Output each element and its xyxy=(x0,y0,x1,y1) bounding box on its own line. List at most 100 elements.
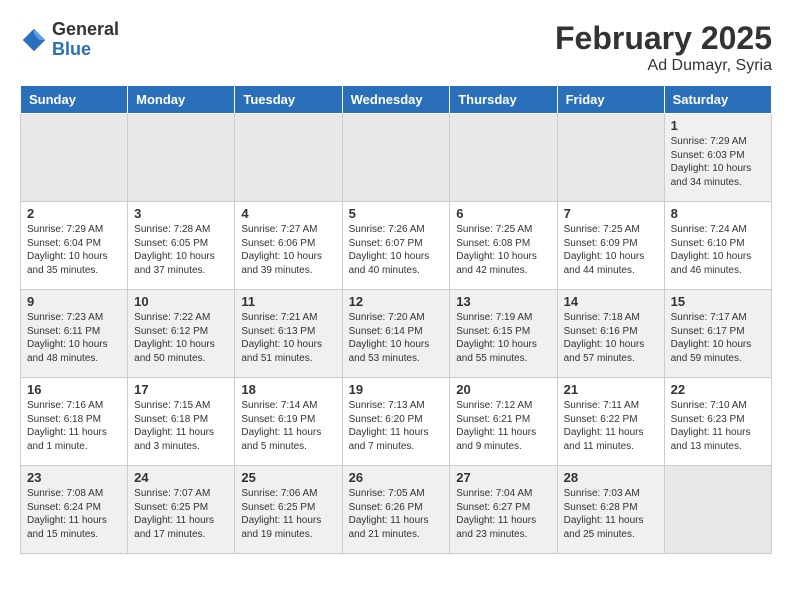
calendar-title: February 2025 xyxy=(555,20,772,57)
calendar-cell: 11 Sunrise: 7:21 AM Sunset: 6:13 PM Dayli… xyxy=(235,290,342,378)
day-number: 13 xyxy=(456,294,550,309)
day-number: 2 xyxy=(27,206,121,221)
day-info: Sunrise: 7:19 AM Sunset: 6:15 PM Dayligh… xyxy=(456,311,550,365)
day-number: 6 xyxy=(456,206,550,221)
calendar-cell: 15 Sunrise: 7:17 AM Sunset: 6:17 PM Dayli… xyxy=(664,290,771,378)
day-info: Sunrise: 7:14 AM Sunset: 6:19 PM Dayligh… xyxy=(241,399,335,453)
calendar-cell: 5Sunrise: 7:26 AM Sunset: 6:07 PM Daylig… xyxy=(342,202,450,290)
calendar-week-1: 1Sunrise: 7:29 AM Sunset: 6:03 PM Daylig… xyxy=(21,114,772,202)
day-number: 27 xyxy=(456,470,550,485)
calendar-cell xyxy=(450,114,557,202)
calendar-cell xyxy=(128,114,235,202)
day-number: 3 xyxy=(134,206,228,221)
calendar-cell: 26 Sunrise: 7:05 AM Sunset: 6:26 PM Dayli… xyxy=(342,466,450,554)
calendar-cell: 17Sunrise: 7:15 AM Sunset: 6:18 PM Dayli… xyxy=(128,378,235,466)
weekday-header-sunday: Sunday xyxy=(21,86,128,114)
day-info: Sunrise: 7:21 AM Sunset: 6:13 PM Dayligh… xyxy=(241,311,335,365)
day-number: 4 xyxy=(241,206,335,221)
calendar-table: SundayMondayTuesdayWednesdayThursdayFrid… xyxy=(20,85,772,554)
day-number: 15 xyxy=(671,294,765,309)
day-number: 7 xyxy=(564,206,658,221)
day-info: Sunrise: 7:20 AM Sunset: 6:14 PM Dayligh… xyxy=(349,311,444,365)
calendar-cell: 23Sunrise: 7:08 AM Sunset: 6:24 PM Dayli… xyxy=(21,466,128,554)
calendar-cell: 28 Sunrise: 7:03 AM Sunset: 6:28 PM Dayli… xyxy=(557,466,664,554)
weekday-header-monday: Monday xyxy=(128,86,235,114)
day-number: 20 xyxy=(456,382,550,397)
calendar-cell: 8 Sunrise: 7:24 AM Sunset: 6:10 PM Daylig… xyxy=(664,202,771,290)
weekday-header-saturday: Saturday xyxy=(664,86,771,114)
day-info: Sunrise: 7:16 AM Sunset: 6:18 PM Dayligh… xyxy=(27,399,121,453)
day-number: 18 xyxy=(241,382,335,397)
calendar-week-3: 9Sunrise: 7:23 AM Sunset: 6:11 PM Daylig… xyxy=(21,290,772,378)
calendar-cell: 14 Sunrise: 7:18 AM Sunset: 6:16 PM Dayli… xyxy=(557,290,664,378)
day-info: Sunrise: 7:06 AM Sunset: 6:25 PM Dayligh… xyxy=(241,487,335,541)
day-info: Sunrise: 7:28 AM Sunset: 6:05 PM Dayligh… xyxy=(134,223,228,277)
day-number: 11 xyxy=(241,294,335,309)
calendar-cell: 4 Sunrise: 7:27 AM Sunset: 6:06 PM Daylig… xyxy=(235,202,342,290)
day-info: Sunrise: 7:22 AM Sunset: 6:12 PM Dayligh… xyxy=(134,311,228,365)
day-info: Sunrise: 7:05 AM Sunset: 6:26 PM Dayligh… xyxy=(349,487,444,541)
title-section: February 2025 Ad Dumayr, Syria xyxy=(555,20,772,75)
day-info: Sunrise: 7:24 AM Sunset: 6:10 PM Dayligh… xyxy=(671,223,765,277)
calendar-cell xyxy=(557,114,664,202)
day-number: 25 xyxy=(241,470,335,485)
day-info: Sunrise: 7:23 AM Sunset: 6:11 PM Dayligh… xyxy=(27,311,121,365)
calendar-cell: 21 Sunrise: 7:11 AM Sunset: 6:22 PM Dayli… xyxy=(557,378,664,466)
calendar-cell: 9Sunrise: 7:23 AM Sunset: 6:11 PM Daylig… xyxy=(21,290,128,378)
calendar-cell: 1Sunrise: 7:29 AM Sunset: 6:03 PM Daylig… xyxy=(664,114,771,202)
day-info: Sunrise: 7:10 AM Sunset: 6:23 PM Dayligh… xyxy=(671,399,765,453)
calendar-cell: 24 Sunrise: 7:07 AM Sunset: 6:25 PM Dayli… xyxy=(128,466,235,554)
day-info: Sunrise: 7:18 AM Sunset: 6:16 PM Dayligh… xyxy=(564,311,658,365)
day-info: Sunrise: 7:03 AM Sunset: 6:28 PM Dayligh… xyxy=(564,487,658,541)
calendar-cell: 25 Sunrise: 7:06 AM Sunset: 6:25 PM Dayli… xyxy=(235,466,342,554)
day-info: Sunrise: 7:26 AM Sunset: 6:07 PM Dayligh… xyxy=(349,223,444,277)
calendar-cell: 12 Sunrise: 7:20 AM Sunset: 6:14 PM Dayli… xyxy=(342,290,450,378)
calendar-cell: 22Sunrise: 7:10 AM Sunset: 6:23 PM Dayli… xyxy=(664,378,771,466)
day-info: Sunrise: 7:13 AM Sunset: 6:20 PM Dayligh… xyxy=(349,399,444,453)
day-info: Sunrise: 7:29 AM Sunset: 6:03 PM Dayligh… xyxy=(671,135,765,189)
day-number: 23 xyxy=(27,470,121,485)
calendar-cell: 7Sunrise: 7:25 AM Sunset: 6:09 PM Daylig… xyxy=(557,202,664,290)
calendar-cell xyxy=(21,114,128,202)
day-info: Sunrise: 7:07 AM Sunset: 6:25 PM Dayligh… xyxy=(134,487,228,541)
calendar-cell: 19 Sunrise: 7:13 AM Sunset: 6:20 PM Dayli… xyxy=(342,378,450,466)
day-number: 21 xyxy=(564,382,658,397)
calendar-week-2: 2 Sunrise: 7:29 AM Sunset: 6:04 PM Daylig… xyxy=(21,202,772,290)
day-number: 8 xyxy=(671,206,765,221)
day-info: Sunrise: 7:04 AM Sunset: 6:27 PM Dayligh… xyxy=(456,487,550,541)
logo-text: General Blue xyxy=(52,20,119,60)
calendar-week-4: 16 Sunrise: 7:16 AM Sunset: 6:18 PM Dayli… xyxy=(21,378,772,466)
weekday-header-friday: Friday xyxy=(557,86,664,114)
calendar-cell xyxy=(235,114,342,202)
calendar-cell: 18 Sunrise: 7:14 AM Sunset: 6:19 PM Dayli… xyxy=(235,378,342,466)
day-info: Sunrise: 7:29 AM Sunset: 6:04 PM Dayligh… xyxy=(27,223,121,277)
day-info: Sunrise: 7:12 AM Sunset: 6:21 PM Dayligh… xyxy=(456,399,550,453)
calendar-cell: 20 Sunrise: 7:12 AM Sunset: 6:21 PM Dayli… xyxy=(450,378,557,466)
calendar-cell: 3 Sunrise: 7:28 AM Sunset: 6:05 PM Daylig… xyxy=(128,202,235,290)
day-number: 19 xyxy=(349,382,444,397)
day-number: 14 xyxy=(564,294,658,309)
weekday-header-row: SundayMondayTuesdayWednesdayThursdayFrid… xyxy=(21,86,772,114)
logo-general-text: General xyxy=(52,20,119,40)
weekday-header-thursday: Thursday xyxy=(450,86,557,114)
day-number: 24 xyxy=(134,470,228,485)
day-number: 10 xyxy=(134,294,228,309)
header: General Blue February 2025 Ad Dumayr, Sy… xyxy=(20,20,772,75)
day-number: 26 xyxy=(349,470,444,485)
weekday-header-tuesday: Tuesday xyxy=(235,86,342,114)
day-number: 28 xyxy=(564,470,658,485)
logo-blue-text: Blue xyxy=(52,40,119,60)
calendar-cell: 6Sunrise: 7:25 AM Sunset: 6:08 PM Daylig… xyxy=(450,202,557,290)
day-number: 17 xyxy=(134,382,228,397)
calendar-cell: 13 Sunrise: 7:19 AM Sunset: 6:15 PM Dayli… xyxy=(450,290,557,378)
day-info: Sunrise: 7:11 AM Sunset: 6:22 PM Dayligh… xyxy=(564,399,658,453)
calendar-cell: 2 Sunrise: 7:29 AM Sunset: 6:04 PM Daylig… xyxy=(21,202,128,290)
calendar-cell: 16 Sunrise: 7:16 AM Sunset: 6:18 PM Dayli… xyxy=(21,378,128,466)
day-number: 12 xyxy=(349,294,444,309)
day-number: 16 xyxy=(27,382,121,397)
calendar-cell xyxy=(664,466,771,554)
day-info: Sunrise: 7:27 AM Sunset: 6:06 PM Dayligh… xyxy=(241,223,335,277)
calendar-cell: 10 Sunrise: 7:22 AM Sunset: 6:12 PM Dayli… xyxy=(128,290,235,378)
weekday-header-wednesday: Wednesday xyxy=(342,86,450,114)
day-info: Sunrise: 7:17 AM Sunset: 6:17 PM Dayligh… xyxy=(671,311,765,365)
